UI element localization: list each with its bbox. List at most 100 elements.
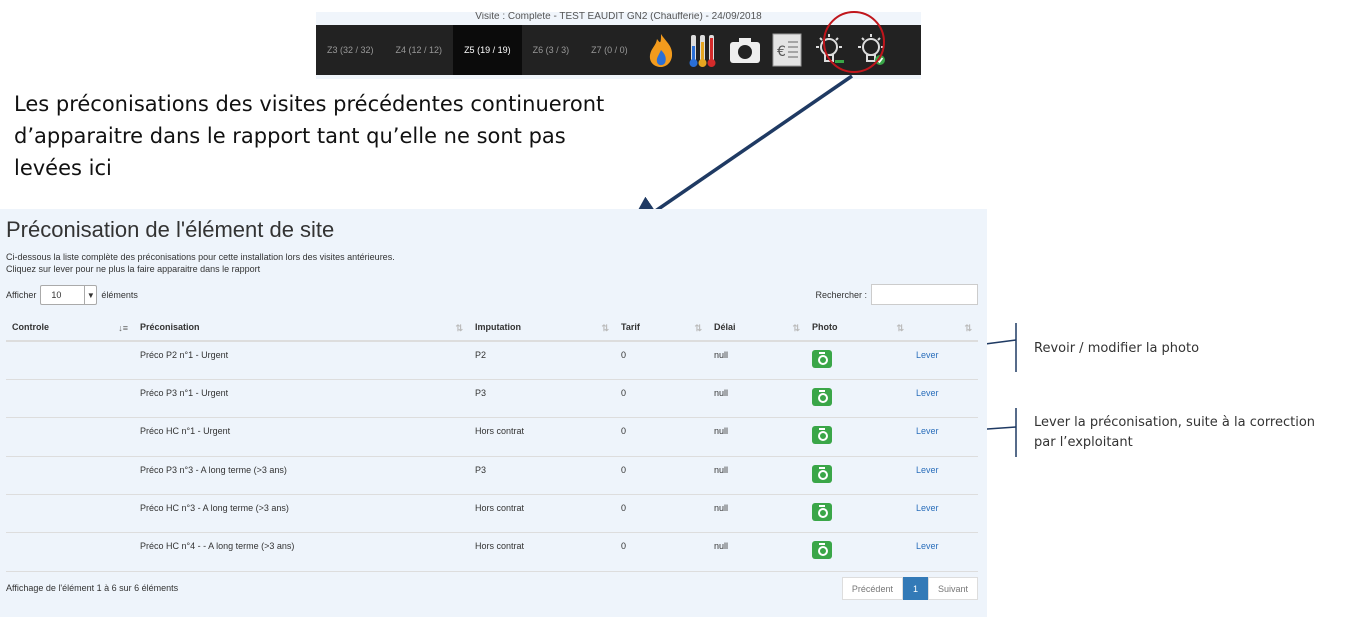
camera-icon[interactable] — [812, 387, 832, 406]
cell-preconisation: Préco P3 n°1 - Urgent — [134, 379, 469, 419]
camera-icon[interactable] — [812, 350, 832, 368]
table-row: Préco HC n°4 - - A long terme (>3 ans) H… — [6, 532, 978, 572]
col-tarif[interactable]: Tarif ⇅ — [615, 314, 708, 342]
cell-delai: null — [708, 341, 806, 380]
cell-preconisation: Préco HC n°1 - Urgent — [134, 417, 469, 457]
cell-imputation: P3 — [469, 379, 615, 419]
description-line: Ci-dessous la liste complète des préconi… — [6, 252, 395, 262]
sort-icon: ⇅ — [455, 323, 463, 333]
table-row: Préco HC n°3 - A long terme (>3 ans) Hor… — [6, 494, 978, 534]
search-input[interactable] — [871, 284, 978, 305]
cell-photo — [806, 494, 910, 534]
description-line: Cliquez sur lever pour ne plus la faire … — [6, 264, 261, 274]
cell-tarif: 0 — [615, 341, 708, 380]
cell-photo — [806, 456, 910, 496]
next-page-button[interactable]: Suivant — [927, 577, 978, 600]
cell-preconisation: Préco P3 n°3 - A long terme (>3 ans) — [134, 456, 469, 496]
tab-z5[interactable]: Z5 (19 / 19) — [453, 25, 522, 75]
cell-controle — [6, 417, 134, 457]
tab-z6[interactable]: Z6 (3 / 3) — [522, 25, 581, 75]
panel-description: Ci-dessous la liste complète des préconi… — [6, 251, 395, 275]
tab-z7[interactable]: Z7 (0 / 0) — [580, 25, 639, 75]
cell-photo — [806, 341, 910, 380]
camera-icon[interactable] — [812, 503, 832, 522]
thermometer-icon[interactable] — [683, 30, 723, 70]
show-suffix: éléments — [101, 290, 138, 300]
show-label: Afficher — [6, 290, 37, 300]
page-length-select[interactable]: 10 ▼ — [40, 285, 98, 305]
table-header-row: Controle ↓≡ Préconisation ⇅ Imputation ⇅ Ta… — [6, 314, 978, 342]
preconisation-table: Controle ↓≡ Préconisation ⇅ Imputation ⇅ Ta… — [6, 314, 978, 572]
lever-note: Lever la préconisation, suite à la corre… — [1034, 413, 1361, 453]
col-delai[interactable]: Délai ⇅ — [708, 314, 806, 342]
col-imputation[interactable]: Imputation ⇅ — [469, 314, 615, 342]
column-label: Imputation — [475, 322, 521, 332]
cell-controle — [6, 341, 134, 380]
column-label: Controle — [12, 322, 49, 332]
highlight-circle — [823, 11, 885, 73]
cell-delai: null — [708, 456, 806, 496]
page-title: Préconisation de l'élément de site — [6, 217, 335, 242]
col-controle[interactable]: Controle ↓≡ — [6, 314, 134, 342]
page-1-button[interactable]: 1 — [902, 577, 928, 600]
cell-delai: null — [708, 532, 806, 572]
sort-icon: ⇅ — [694, 323, 702, 333]
cell-controle — [6, 494, 134, 534]
cell-controle — [6, 532, 134, 572]
cell-controle — [6, 379, 134, 419]
cell-preconisation: Préco P2 n°1 - Urgent — [134, 341, 469, 380]
col-preconisation[interactable]: Préconisation ⇅ — [134, 314, 469, 342]
svg-text:€: € — [777, 44, 786, 60]
camera-icon[interactable] — [812, 464, 832, 483]
cell-imputation: P3 — [469, 456, 615, 496]
chevron-down-icon: ▼ — [84, 286, 96, 304]
invoice-icon[interactable]: € — [767, 30, 807, 70]
camera-icon[interactable] — [812, 541, 832, 560]
lever-link[interactable]: Lever — [910, 494, 978, 534]
cell-imputation: Hors contrat — [469, 417, 615, 457]
search-label: Rechercher : — [815, 289, 867, 300]
lever-note-line2: par l’exploitant — [1034, 435, 1133, 450]
sort-icon: ⇅ — [896, 323, 904, 333]
lever-link[interactable]: Lever — [910, 341, 978, 380]
flame-icon[interactable] — [641, 30, 681, 70]
cell-imputation: Hors contrat — [469, 532, 615, 572]
col-action[interactable]: ⇅ — [910, 314, 978, 342]
column-label: Tarif — [621, 322, 640, 332]
camera-icon[interactable] — [812, 426, 832, 445]
col-photo[interactable]: Photo ⇅ — [806, 314, 910, 342]
sort-asc-icon: ↓≡ — [118, 323, 128, 333]
lever-note-line1: Lever la préconisation, suite à la corre… — [1034, 415, 1316, 430]
camera-icon[interactable] — [725, 30, 765, 70]
cell-photo — [806, 532, 910, 572]
cell-imputation: Hors contrat — [469, 494, 615, 534]
sort-icon: ⇅ — [792, 323, 800, 333]
cell-photo — [806, 379, 910, 419]
cell-tarif: 0 — [615, 379, 708, 419]
cell-tarif: 0 — [615, 494, 708, 534]
tab-z3[interactable]: Z3 (32 / 32) — [316, 25, 385, 75]
table-row: Préco HC n°1 - Urgent Hors contrat 0 nul… — [6, 417, 978, 457]
cell-imputation: P2 — [469, 341, 615, 380]
lever-link[interactable]: Lever — [910, 379, 978, 419]
lever-link[interactable]: Lever — [910, 456, 978, 496]
table-row: Préco P3 n°3 - A long terme (>3 ans) P3 … — [6, 456, 978, 496]
table-row: Préco P2 n°1 - Urgent P2 0 null Lever — [6, 341, 978, 380]
prev-page-button[interactable]: Précédent — [841, 577, 903, 600]
cell-tarif: 0 — [615, 456, 708, 496]
cell-delai: null — [708, 417, 806, 457]
column-label: Photo — [812, 322, 838, 332]
column-label: Délai — [714, 322, 736, 332]
cell-delai: null — [708, 379, 806, 419]
column-label: Préconisation — [140, 322, 200, 332]
search-control: Rechercher : — [815, 284, 978, 305]
lever-link[interactable]: Lever — [910, 532, 978, 572]
page-length-control: Afficher 10 ▼ éléments — [6, 285, 138, 305]
annotation-main: Les préconisations des visites précédent… — [14, 92, 605, 180]
preconisation-panel: Préconisation de l'élément de site Ci-de… — [0, 209, 987, 617]
tab-z4[interactable]: Z4 (12 / 12) — [385, 25, 454, 75]
lever-link[interactable]: Lever — [910, 417, 978, 457]
table-row: Préco P3 n°1 - Urgent P3 0 null Lever — [6, 379, 978, 419]
page-length-value: 10 — [51, 290, 62, 300]
table-info: Affichage de l'élément 1 à 6 sur 6 éléme… — [6, 583, 179, 593]
